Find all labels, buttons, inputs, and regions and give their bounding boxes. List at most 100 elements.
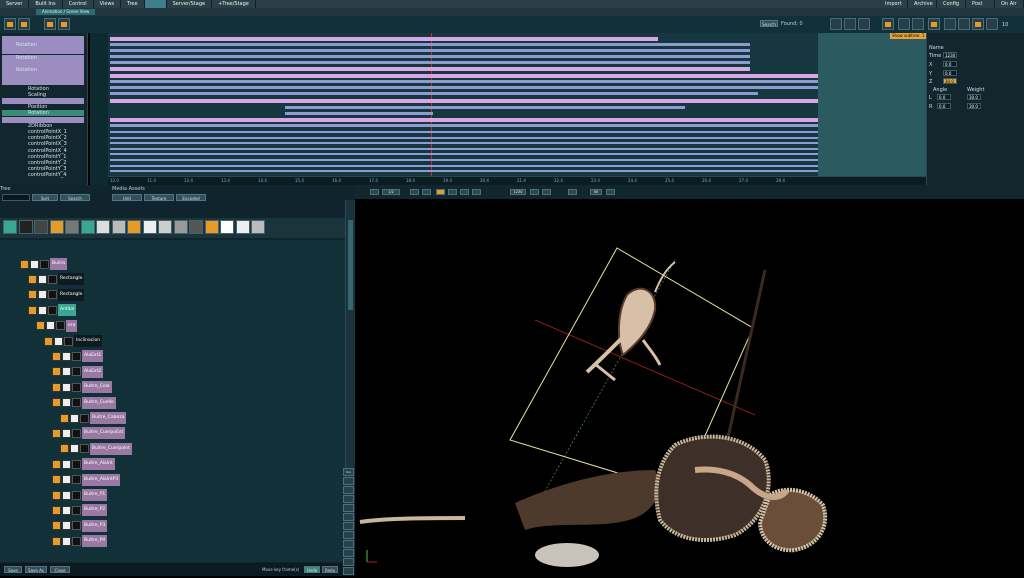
key-copy-icon[interactable] — [58, 18, 70, 30]
node-icon[interactable] — [44, 336, 53, 346]
node-icon[interactable] — [48, 290, 57, 300]
scene-node-label[interactable]: AlaExt2 — [82, 365, 104, 378]
side-button[interactable] — [343, 558, 354, 566]
node-icon[interactable] — [52, 505, 61, 515]
tree-search-input[interactable] — [2, 194, 30, 201]
loop-button[interactable] — [530, 189, 539, 195]
sort-button[interactable]: Sort — [32, 194, 58, 201]
timeline-tree-row[interactable] — [2, 73, 84, 80]
node-icon[interactable] — [28, 274, 37, 284]
frame-left-field[interactable]: 1/2 — [382, 189, 400, 195]
toolbar-icon-10[interactable] — [972, 18, 984, 30]
scene-node-label[interactable]: Inclinacion — [74, 335, 103, 347]
node-icon[interactable] — [62, 398, 71, 408]
play-back-button[interactable] — [422, 189, 431, 195]
scene-node[interactable]: Buitre_AlaInt — [52, 458, 115, 471]
keyframe-track-bar[interactable] — [110, 118, 818, 122]
scene-node[interactable]: Buitre_P1 — [52, 489, 108, 501]
node-icon[interactable] — [62, 490, 71, 500]
node-icon[interactable] — [56, 321, 65, 331]
scene-node-label[interactable]: Buitre_P2 — [82, 504, 108, 517]
media-asset-icon[interactable] — [80, 220, 95, 234]
speed-button[interactable] — [568, 189, 577, 195]
timeline-tree-row[interactable]: controlPointX_3 — [2, 141, 84, 147]
scene-node[interactable]: Buitre_AlaIntP3 — [52, 473, 121, 486]
side-button[interactable] — [343, 549, 354, 557]
timeline-tree-row[interactable] — [2, 116, 84, 123]
menu-tab-3[interactable]: Views — [94, 0, 122, 8]
save-as-button[interactable]: Save As — [25, 566, 47, 573]
timeline-tree-row[interactable] — [2, 98, 84, 104]
keyframe-track-bar[interactable] — [110, 80, 818, 83]
timeline-tree-row[interactable]: controlPointX_1 — [2, 129, 84, 135]
scene-node-label[interactable]: Buitre_AlaInt — [82, 458, 115, 471]
document-tab[interactable]: Animation / Scene View — [36, 9, 96, 15]
scene-node[interactable]: Antilol — [28, 304, 77, 317]
save-button[interactable]: Save — [4, 566, 22, 573]
node-icon[interactable] — [62, 459, 71, 469]
node-icon[interactable] — [72, 428, 81, 438]
l-weight-field[interactable]: 30.0 — [967, 94, 981, 100]
node-icon[interactable] — [38, 274, 47, 284]
node-icon[interactable] — [28, 290, 37, 300]
keyframe-track-bar[interactable] — [285, 106, 685, 109]
scene-node[interactable]: Rectangle — [28, 288, 85, 301]
toolbar-icon-8[interactable] — [944, 18, 956, 30]
node-icon[interactable] — [38, 305, 47, 315]
media-asset-icon[interactable] — [220, 220, 234, 234]
right-menu-tab-4[interactable]: On Air — [995, 0, 1024, 8]
control-point-track[interactable] — [110, 131, 818, 133]
keyframe-track-bar[interactable] — [110, 49, 750, 52]
toolbar-icon-11[interactable] — [986, 18, 998, 30]
node-icon[interactable] — [52, 459, 61, 469]
control-point-track[interactable] — [110, 147, 818, 150]
node-icon[interactable] — [70, 444, 79, 454]
timeline-tree-row[interactable]: Scaling — [2, 92, 84, 98]
media-asset-icon[interactable] — [65, 220, 79, 234]
keyframe-track-bar[interactable] — [110, 99, 818, 103]
node-icon[interactable] — [40, 259, 49, 269]
scene-node[interactable]: Buitre_P3 — [52, 519, 108, 532]
tree-search-button[interactable]: Search — [60, 194, 90, 201]
node-icon[interactable] — [72, 475, 81, 485]
scene-node-label[interactable]: AlaExt1 — [82, 350, 104, 363]
media-asset-icon[interactable] — [189, 220, 203, 234]
node-icon[interactable] — [72, 490, 81, 500]
node-icon[interactable] — [52, 536, 61, 546]
scene-node-label[interactable]: ora — [66, 319, 78, 332]
node-icon[interactable] — [72, 536, 81, 546]
node-icon[interactable] — [54, 336, 63, 346]
keyframe-track-bar[interactable] — [285, 112, 433, 115]
media-asset-icon[interactable] — [204, 220, 219, 234]
toolbar-icon-5[interactable] — [898, 18, 910, 30]
l-angle-field[interactable]: 0.0 — [937, 94, 951, 100]
control-point-track[interactable] — [110, 153, 818, 156]
timeline-tree-row[interactable]: Rotation — [2, 110, 84, 117]
node-icon[interactable] — [52, 367, 61, 377]
scene-node[interactable]: Rectangle — [28, 273, 85, 286]
pingpong-button[interactable] — [542, 189, 551, 195]
control-point-track[interactable] — [110, 170, 818, 173]
node-icon[interactable] — [52, 475, 61, 485]
keyframe-track-bar[interactable] — [110, 86, 818, 89]
media-asset-icon[interactable] — [142, 220, 157, 234]
scene-node-label[interactable]: Buitre_P3 — [82, 519, 108, 532]
timeline-tree-row[interactable]: Rotation — [2, 86, 84, 92]
timeline-tree-row[interactable]: controlPointY_4 — [2, 172, 84, 178]
node-icon[interactable] — [20, 259, 29, 269]
timeline-tree-row[interactable] — [2, 36, 84, 42]
media-tab-texture[interactable]: Texture — [144, 194, 174, 201]
keyframe-track-bar[interactable] — [110, 37, 658, 41]
node-icon[interactable] — [52, 521, 61, 531]
node-icon[interactable] — [64, 336, 73, 346]
scene-node[interactable]: Inclinacion — [44, 335, 103, 347]
toolbar-icon-3[interactable] — [858, 18, 870, 30]
control-point-track[interactable] — [110, 136, 818, 139]
timeline-tree-row[interactable]: Rotation — [2, 42, 84, 49]
timeline-tree-row[interactable]: controlPointY_3 — [2, 166, 84, 172]
node-icon[interactable] — [72, 367, 81, 377]
scene-node-label[interactable]: Buitre_CuerpoInt — [90, 442, 132, 455]
media-asset-icon[interactable] — [127, 220, 141, 234]
next-key-button[interactable] — [460, 189, 469, 195]
keyframe-track-bar[interactable] — [110, 55, 750, 58]
